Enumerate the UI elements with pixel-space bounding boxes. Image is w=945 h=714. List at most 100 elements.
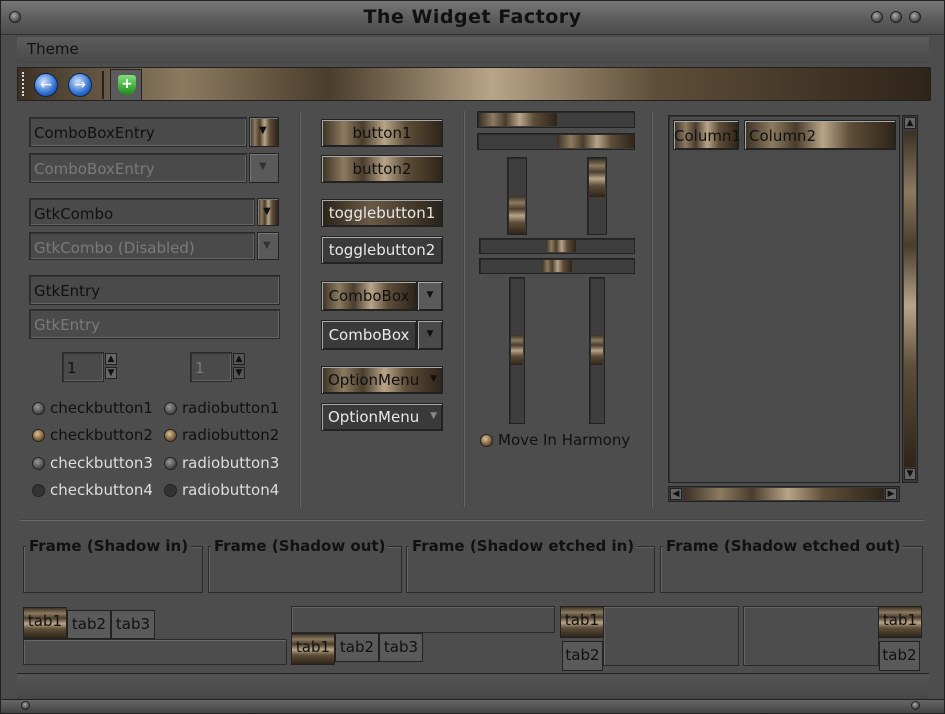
progress-bar-horizontal-1 [477,111,635,128]
scroll-left-icon[interactable]: ◀ [670,488,682,500]
vscale-2[interactable] [589,277,605,424]
title-bar[interactable]: The Widget Factory [1,1,944,35]
section-separator [19,519,925,521]
tab-tab1[interactable]: tab1 [878,606,922,638]
checkbutton1-label[interactable]: checkbutton1 [50,399,153,417]
spin-button-1[interactable]: 1 [62,352,104,382]
chevron-down-icon: ▼ [259,161,267,172]
checkbutton2-indicator[interactable] [32,429,45,442]
scrollbar-thumb[interactable] [684,488,884,500]
spin-button-2: 1 [190,352,232,382]
toolbar-separator [102,71,104,99]
optionmenu2-label: OptionMenu [328,408,420,426]
progress-bar-horizontal-2 [477,133,635,150]
minimize-icon[interactable] [871,11,883,23]
togglebutton2[interactable]: togglebutton2 [321,236,443,264]
status-bar [17,673,929,699]
gtkentry-disabled-field: GtkEntry [29,309,280,339]
spin-up-icon[interactable]: ▲ [105,353,117,365]
gtkcombo-dropdown[interactable]: ▼ [257,198,279,226]
tab-tab2[interactable]: tab2 [335,633,379,662]
chevron-down-icon: ▼ [430,411,437,421]
button1[interactable]: button1 [321,119,443,147]
harmony-check-indicator[interactable] [480,434,493,447]
checkbutton4-indicator [32,484,45,497]
notebook-right-pane [743,606,879,666]
close-icon[interactable] [909,11,921,23]
progress-fill [479,113,557,126]
vscale-slider[interactable] [511,335,523,365]
gtkentry-field[interactable]: GtkEntry [29,275,280,305]
checkbutton4-label: checkbutton4 [50,481,153,499]
gtkcombo-disabled-field: GtkCombo (Disabled) [29,232,255,260]
column2-header[interactable]: Column2 [744,120,896,150]
column-separator [463,111,465,507]
notebook-left-pane [603,606,739,666]
hscale-2[interactable] [479,258,635,274]
tab-tab1[interactable]: tab1 [560,606,604,638]
notebook-bottom-pane [291,606,555,633]
forward-arrow-icon[interactable]: → [68,73,92,97]
window-bottom-edge[interactable] [1,699,944,713]
scrollbar-thumb[interactable] [904,131,916,467]
tab-tab2[interactable]: tab2 [879,641,920,671]
tab-tab1[interactable]: tab1 [291,633,335,665]
radiobutton1-indicator[interactable] [164,402,177,415]
menu-theme[interactable]: Theme [27,40,79,58]
shield-icon: + [118,75,136,95]
tab-tab2[interactable]: tab2 [67,610,111,639]
tree-view[interactable]: Column1 Column2 [668,115,900,483]
chevron-down-icon: ▼ [417,320,443,350]
chevron-down-icon: ▼ [263,206,271,217]
resize-grip-left-icon[interactable] [21,701,30,710]
tab-tab1[interactable]: tab1 [23,607,67,639]
scroll-right-icon[interactable]: ▶ [885,488,897,500]
back-arrow-icon[interactable]: ← [34,73,58,97]
frame-shadow-etched-out-label: Frame (Shadow etched out) [663,537,904,555]
togglebutton1[interactable]: togglebutton1 [321,199,443,227]
resize-grip-right-icon[interactable] [911,701,920,710]
toolbar-grip[interactable] [22,72,25,96]
toolbar: ← → + [17,67,931,101]
vscale-slider[interactable] [591,335,603,365]
horizontal-scrollbar[interactable]: ◀ ▶ [668,486,900,502]
vertical-scrollbar[interactable]: ▲ ▼ [902,115,918,483]
checkbutton1-indicator[interactable] [32,402,45,415]
radiobutton4-indicator [164,484,177,497]
combobox1[interactable]: ComboBox [321,281,417,311]
comboboxentry-disabled-dropdown: ▼ [249,153,279,183]
vscale-1[interactable] [509,277,525,424]
hscale-slider[interactable] [542,260,572,272]
radiobutton2-indicator[interactable] [164,429,177,442]
comboboxentry-dropdown[interactable]: ▼ [249,117,279,147]
tab-tab2[interactable]: tab2 [562,641,603,671]
hscale-slider[interactable] [546,240,576,252]
chevron-down-icon: ▼ [430,374,437,384]
window-title: The Widget Factory [363,6,582,28]
notebook-top-pane [23,639,287,665]
comboboxentry-field[interactable]: ComboBoxEntry [29,117,247,147]
gtkcombo-field[interactable]: GtkCombo [29,198,255,226]
radiobutton2-label[interactable]: radiobutton2 [182,426,279,444]
maximize-icon[interactable] [890,11,902,23]
combobox2: ComboBox [321,320,417,350]
tab-tab3[interactable]: tab3 [111,610,155,639]
hscale-1[interactable] [479,238,635,254]
radiobutton1-label[interactable]: radiobutton1 [182,399,279,417]
spin-down-icon[interactable]: ▼ [105,367,117,379]
optionmenu1[interactable]: OptionMenu ▼ [321,366,443,394]
shield-button[interactable]: + [110,69,142,101]
scroll-up-icon[interactable]: ▲ [904,117,916,129]
column-separator [651,111,653,507]
frame-shadow-in-label: Frame (Shadow in) [26,537,192,555]
harmony-label[interactable]: Move In Harmony [498,431,630,449]
column1-header[interactable]: Column1 [673,120,741,150]
checkbutton2-label[interactable]: checkbutton2 [50,426,153,444]
tab-tab3[interactable]: tab3 [379,633,423,662]
scroll-down-icon[interactable]: ▼ [904,468,916,480]
button2[interactable]: button2 [321,155,443,183]
optionmenu1-label: OptionMenu [328,371,420,389]
chevron-down-icon[interactable]: ▼ [417,281,443,311]
optionmenu2: OptionMenu ▼ [321,403,443,431]
menu-bar: Theme [17,37,929,63]
